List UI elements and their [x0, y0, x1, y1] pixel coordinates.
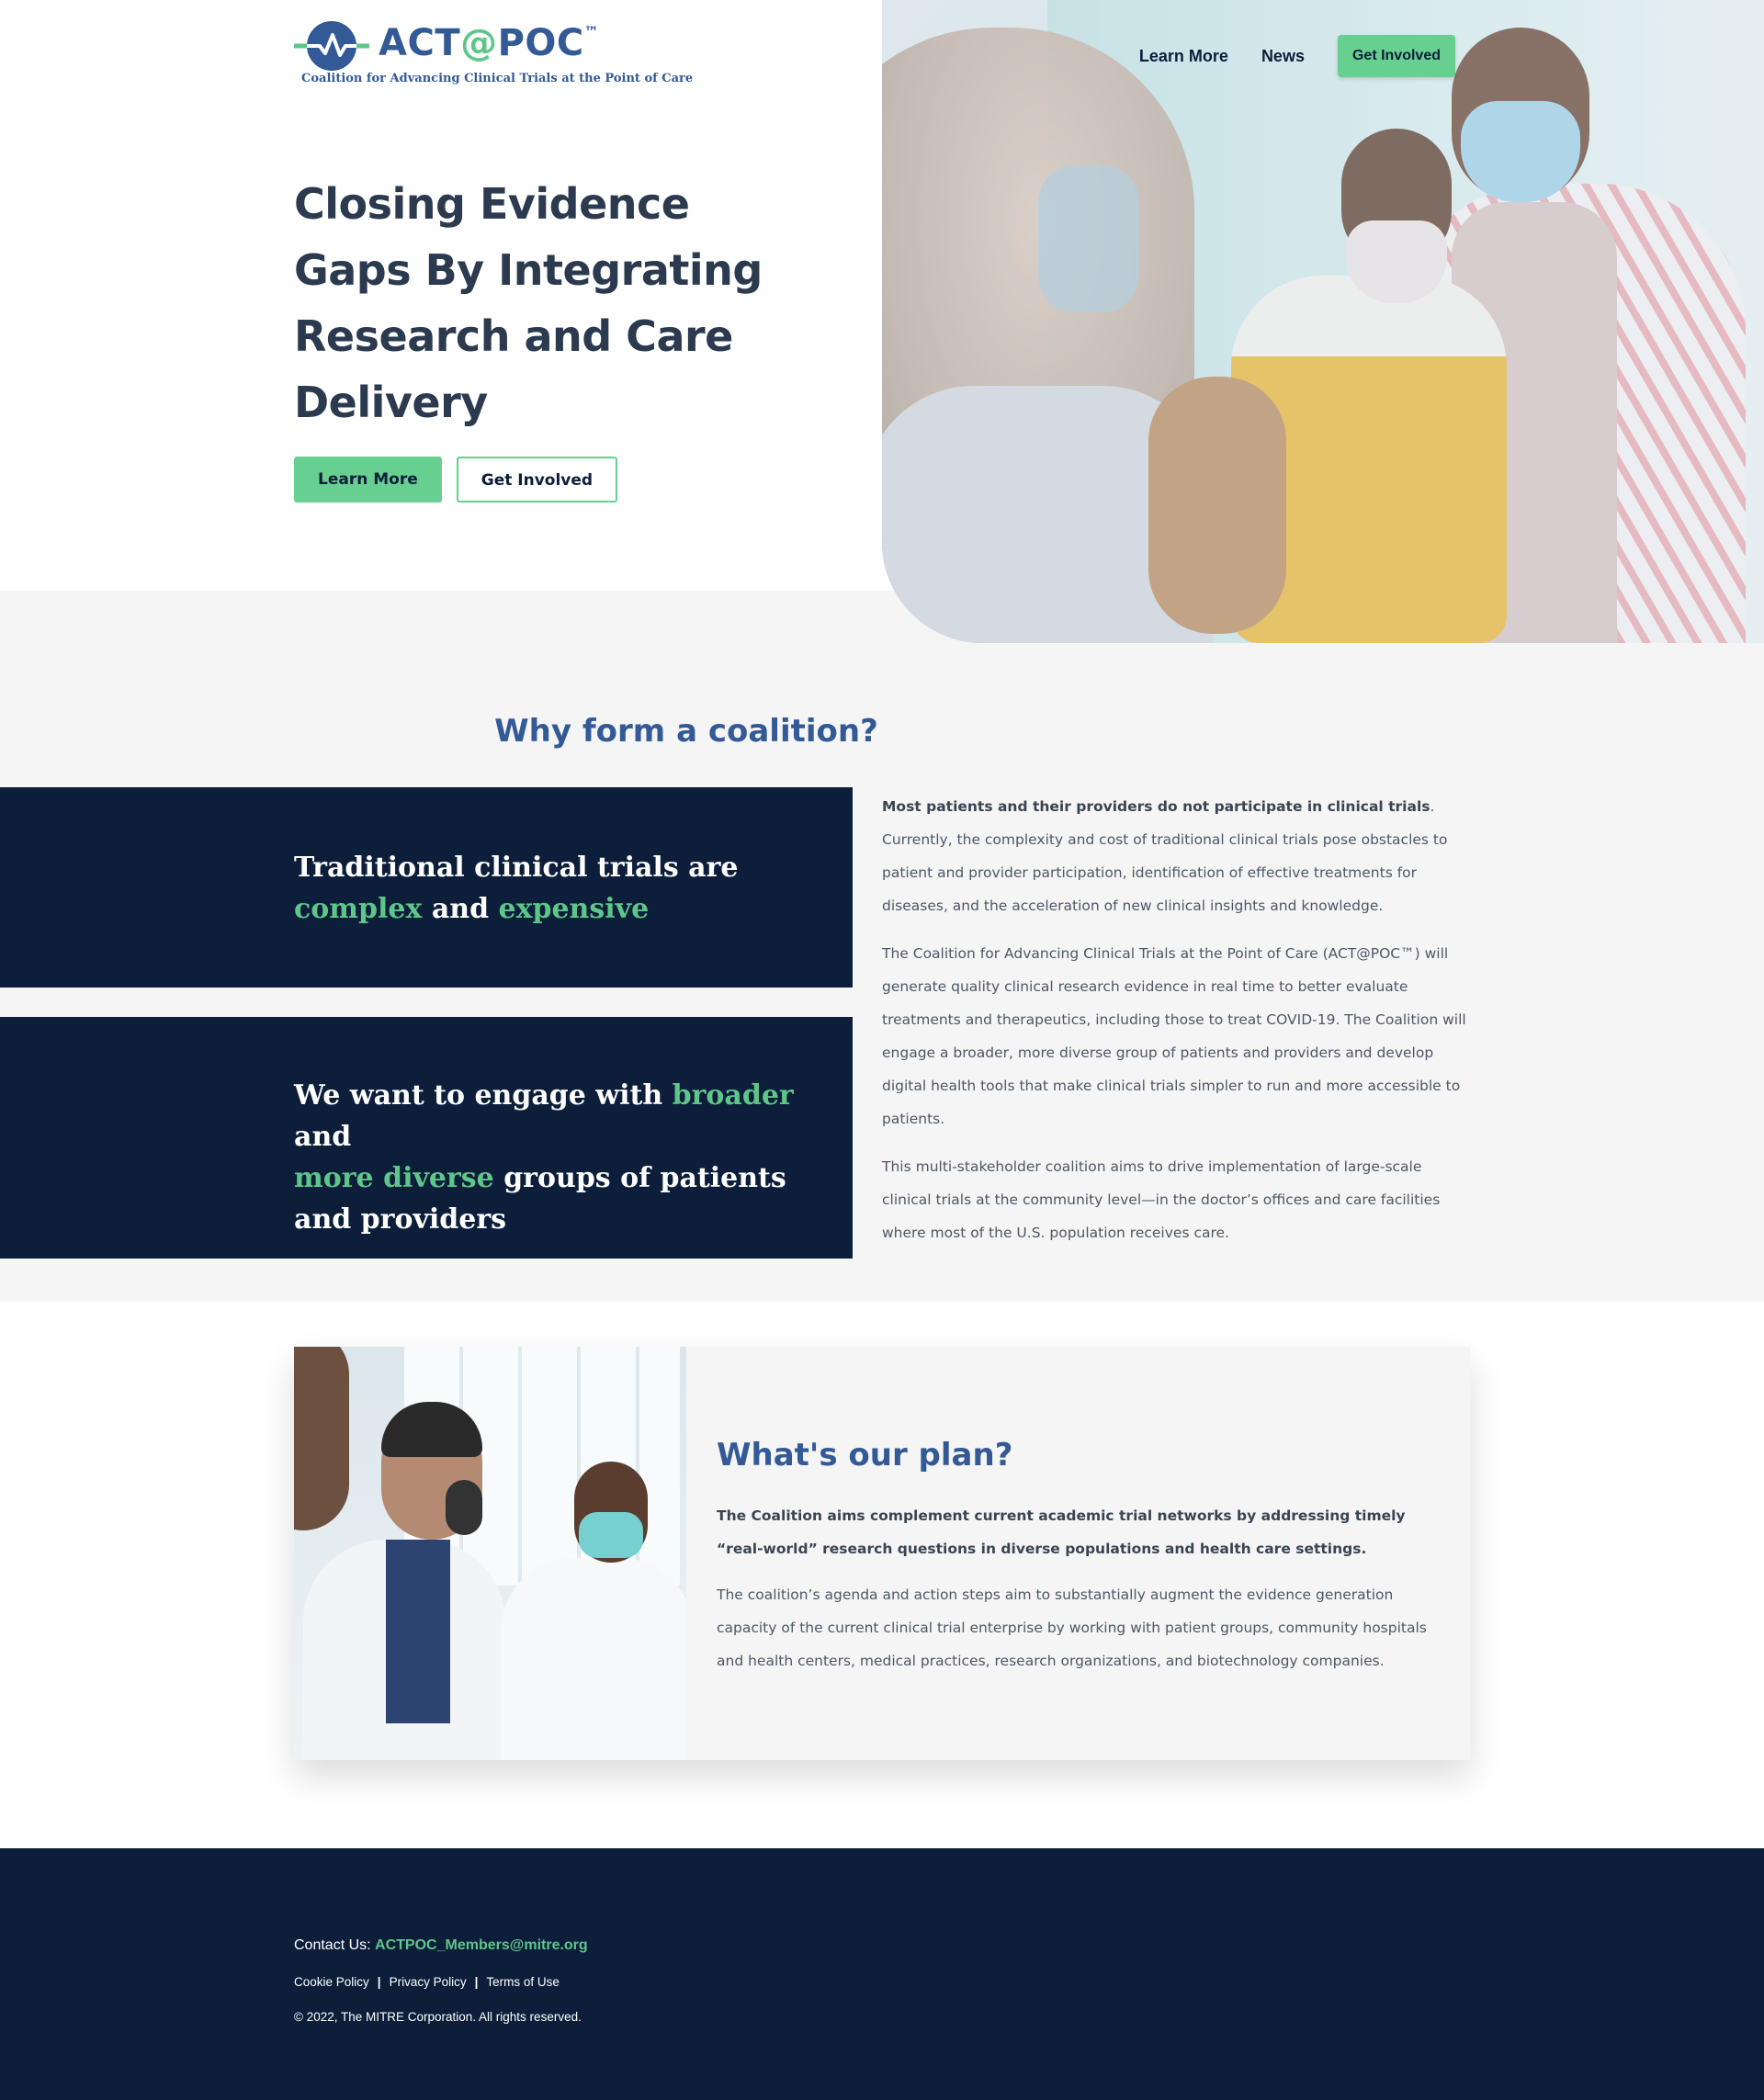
highlight-text: Traditional clinical trials are complex …	[294, 852, 739, 925]
highlight-box-diverse: We want to engage with broader and more …	[0, 1017, 853, 1259]
highlight-box-complex: Traditional clinical trials are complex …	[0, 787, 853, 988]
hero-title: Closing Evidence Gaps By Integrating Res…	[294, 179, 763, 427]
coalition-paragraph-3: This multi-stakeholder coalition aims to…	[882, 1158, 1441, 1241]
site-logo[interactable]: ACT@POC™ Coalition for Advancing Clinica…	[294, 20, 693, 94]
footer-links: Cookie Policy | Privacy Policy | Terms o…	[294, 1975, 560, 1989]
highlight-word: more diverse	[294, 1162, 494, 1194]
highlight-word: complex	[294, 893, 423, 925]
hero-buttons: Learn More Get Involved	[294, 457, 618, 502]
highlight-word: expensive	[498, 893, 650, 925]
highlight-text: We want to engage with broader and more …	[294, 1079, 794, 1236]
nav-learn-more[interactable]: Learn More	[1139, 47, 1228, 66]
copyright-text: © 2022, The MITRE Corporation. All right…	[294, 2010, 582, 2024]
coalition-paragraph-2: The Coalition for Advancing Clinical Tri…	[882, 945, 1466, 1127]
logo-wordmark: ACT@POC™	[379, 22, 600, 64]
link-separator: |	[474, 1975, 479, 1989]
contact-email-link[interactable]: ACTPOC_Members@mitre.org	[375, 1937, 588, 1953]
plan-lead: The Coalition aims complement current ac…	[717, 1507, 1406, 1557]
terms-of-use-link[interactable]: Terms of Use	[486, 1975, 560, 1989]
plan-card: What's our plan? The Coalition aims comp…	[294, 1347, 1470, 1760]
learn-more-button[interactable]: Learn More	[294, 457, 442, 502]
site-footer: Contact Us: ACTPOC_Members@mitre.org Coo…	[0, 1848, 1764, 2100]
coalition-title: Why form a coalition?	[494, 713, 878, 750]
cookie-policy-link[interactable]: Cookie Policy	[294, 1975, 369, 1989]
plan-photo-doctors-talking	[294, 1347, 686, 1760]
privacy-policy-link[interactable]: Privacy Policy	[390, 1975, 467, 1989]
plan-title: What's our plan?	[717, 1437, 1013, 1473]
coalition-description: Most patients and their providers do not…	[882, 790, 1470, 1264]
main-nav: Learn More News Get Involved	[1139, 34, 1455, 78]
nav-news[interactable]: News	[1261, 47, 1305, 66]
highlight-word: broader	[672, 1079, 794, 1112]
link-separator: |	[377, 1975, 381, 1989]
coalition-paragraph-1: Most patients and their providers do not…	[882, 798, 1448, 914]
get-involved-button[interactable]: Get Involved	[456, 457, 618, 502]
nav-get-involved-button[interactable]: Get Involved	[1337, 35, 1455, 77]
hero-section: ACT@POC™ Coalition for Advancing Clinica…	[0, 0, 1764, 643]
plan-body: The coalition’s agenda and action steps …	[717, 1586, 1427, 1669]
logo-tagline: Coalition for Advancing Clinical Trials …	[301, 72, 694, 85]
heartbeat-circle-icon	[294, 21, 369, 71]
footer-contact: Contact Us: ACTPOC_Members@mitre.org	[294, 1937, 588, 1953]
hero-photo-family-with-doctor	[882, 0, 1764, 643]
why-coalition-section: Why form a coalition? Traditional clinic…	[0, 643, 1764, 1302]
